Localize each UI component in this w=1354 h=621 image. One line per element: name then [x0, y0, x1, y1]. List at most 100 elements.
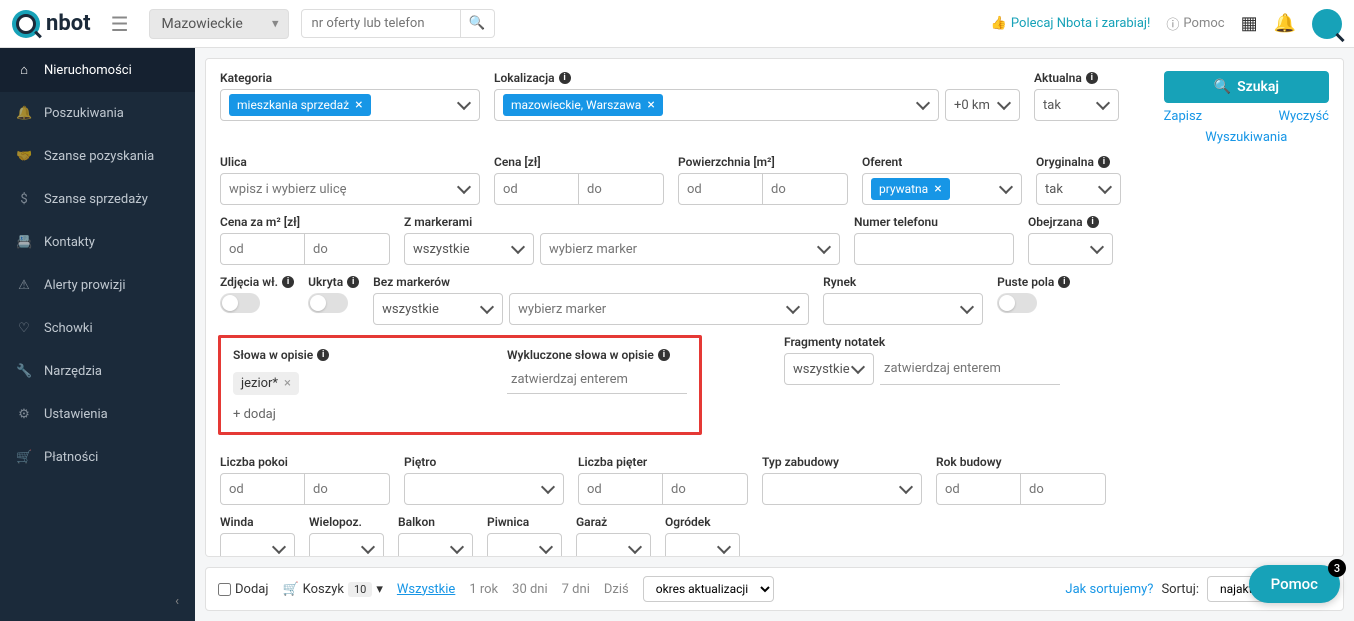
rooms-to[interactable]: [305, 473, 390, 505]
rooms-from[interactable]: [220, 473, 305, 505]
bell-icon[interactable]: 🔔: [1274, 13, 1296, 34]
pricem2-from[interactable]: [220, 233, 305, 265]
building-type-select[interactable]: [762, 473, 922, 505]
notes-mode[interactable]: wszystkie: [784, 353, 874, 385]
field-location: Lokalizacja i mazowieckie, Warszawa× +0 …: [494, 71, 1020, 145]
excluded-input[interactable]: [507, 366, 687, 394]
sidebar-collapse[interactable]: ‹: [0, 582, 195, 621]
empty-toggle[interactable]: [997, 293, 1037, 313]
topbar-right: 👍 Polecaj Nbota i zarabiaj! ⓘ Pomoc ▦ 🔔: [991, 9, 1342, 39]
without-markers-select[interactable]: [509, 293, 809, 325]
viewed-select[interactable]: [1028, 233, 1113, 265]
tab-all[interactable]: Wszystkie: [397, 582, 455, 597]
wrench-icon: 🔧: [16, 364, 32, 379]
offerer-select[interactable]: prywatna×: [862, 173, 1022, 205]
sidebar-item-platnosci[interactable]: 🛒Płatności: [0, 436, 195, 479]
price-to[interactable]: [579, 173, 664, 205]
area-from[interactable]: [678, 173, 763, 205]
price-from[interactable]: [494, 173, 579, 205]
year-from[interactable]: [936, 473, 1021, 505]
close-icon[interactable]: ×: [284, 376, 291, 391]
sidebar-item-szanse-pozyskania[interactable]: 🤝Szanse pozyskania: [0, 135, 195, 178]
tab-1rok[interactable]: 1 rok: [469, 582, 498, 597]
notes-input[interactable]: [880, 353, 1060, 385]
basket-link[interactable]: 🛒 Koszyk 10 ▾: [282, 582, 382, 597]
sidebar-item-nieruchomosci[interactable]: ⌂Nieruchomości: [0, 48, 195, 92]
field-excluded: Wykluczone słowa w opisie i: [507, 348, 687, 422]
sort-label: Sortuj:: [1161, 582, 1199, 597]
balcony-select[interactable]: [398, 533, 473, 557]
region-select[interactable]: Mazowieckie: [149, 9, 289, 39]
help-link[interactable]: ⓘ Pomoc: [1166, 14, 1224, 33]
info-icon[interactable]: i: [1086, 72, 1098, 84]
update-period-select[interactable]: okres aktualizacji: [643, 576, 774, 602]
sidebar-item-alerty[interactable]: ⚠Alerty prowizji: [0, 264, 195, 307]
market-select[interactable]: [823, 293, 983, 325]
multilevel-select[interactable]: [309, 533, 384, 557]
street-input[interactable]: [220, 173, 480, 205]
floors-from[interactable]: [578, 473, 663, 505]
offer-search-button[interactable]: 🔍: [461, 9, 495, 38]
sidebar-item-narzedzia[interactable]: 🔧Narzędzia: [0, 350, 195, 393]
logo-text: nbot: [46, 11, 91, 36]
floor-select[interactable]: [404, 473, 564, 505]
current-select[interactable]: tak: [1034, 89, 1119, 121]
garden-select[interactable]: [665, 533, 740, 557]
clear-link[interactable]: Wyczyść: [1278, 109, 1329, 124]
logo[interactable]: nbot: [12, 10, 91, 38]
hamburger-icon[interactable]: ☰: [103, 8, 137, 40]
sidebar-item-schowki[interactable]: ♡Schowki: [0, 307, 195, 350]
field-notes: Fragmenty notatek wszystkie: [784, 335, 1060, 445]
sidebar-item-kontakty[interactable]: 📇Kontakty: [0, 221, 195, 264]
tab-dzis[interactable]: Dziś: [604, 582, 629, 597]
with-markers-mode[interactable]: wszystkie: [404, 233, 534, 265]
area-to[interactable]: [763, 173, 848, 205]
info-icon[interactable]: i: [347, 276, 359, 288]
search-button[interactable]: 🔍 Szukaj: [1164, 71, 1329, 103]
sidebar-item-szanse-sprzedazy[interactable]: $Szanse sprzedaży: [0, 178, 195, 221]
how-sort-link[interactable]: Jak sortujemy?: [1065, 582, 1153, 597]
offer-search: 🔍: [301, 9, 495, 38]
tab-7dni[interactable]: 7 dni: [562, 582, 590, 597]
info-icon[interactable]: i: [658, 349, 670, 361]
offer-search-input[interactable]: [301, 9, 461, 38]
add-word-link[interactable]: + dodaj: [233, 407, 493, 422]
avatar[interactable]: [1312, 9, 1342, 39]
recommend-link[interactable]: 👍 Polecaj Nbota i zarabiaj!: [991, 16, 1151, 31]
field-phone: Numer telefonu: [854, 215, 1014, 265]
info-icon[interactable]: i: [1098, 156, 1110, 168]
phone-input[interactable]: [854, 233, 1014, 265]
close-icon[interactable]: ×: [934, 181, 941, 197]
sidebar-item-ustawienia[interactable]: ⚙Ustawienia: [0, 393, 195, 436]
info-icon[interactable]: i: [282, 276, 294, 288]
calendar-icon[interactable]: ▦: [1241, 13, 1258, 34]
add-checkbox[interactable]: Dodaj: [218, 582, 268, 597]
sidebar-item-poszukiwania[interactable]: 🔔Poszukiwania: [0, 92, 195, 135]
close-icon[interactable]: ×: [355, 97, 362, 113]
pricem2-to[interactable]: [305, 233, 390, 265]
elevator-select[interactable]: [220, 533, 295, 557]
location-select[interactable]: mazowieckie, Warszawa×: [494, 89, 939, 121]
info-icon[interactable]: i: [1087, 216, 1099, 228]
field-street: Ulica: [220, 155, 480, 205]
year-to[interactable]: [1021, 473, 1106, 505]
garage-select[interactable]: [576, 533, 651, 557]
searches-link[interactable]: Wyszukiwania: [1164, 130, 1329, 145]
save-link[interactable]: Zapisz: [1164, 109, 1202, 124]
distance-select[interactable]: +0 km: [945, 89, 1020, 121]
field-year: Rok budowy: [936, 455, 1106, 505]
tab-30dni[interactable]: 30 dni: [512, 582, 548, 597]
original-select[interactable]: tak: [1036, 173, 1121, 205]
basement-select[interactable]: [487, 533, 562, 557]
with-markers-select[interactable]: [540, 233, 840, 265]
info-icon[interactable]: i: [1058, 276, 1070, 288]
category-select[interactable]: mieszkania sprzedaż×: [220, 89, 480, 121]
photos-toggle[interactable]: [220, 293, 260, 313]
info-icon[interactable]: i: [317, 349, 329, 361]
help-pill[interactable]: Pomoc 3: [1249, 565, 1340, 603]
close-icon[interactable]: ×: [647, 97, 654, 113]
info-icon[interactable]: i: [559, 72, 571, 84]
without-markers-mode[interactable]: wszystkie: [373, 293, 503, 325]
hidden-toggle[interactable]: [308, 293, 348, 313]
floors-to[interactable]: [663, 473, 748, 505]
